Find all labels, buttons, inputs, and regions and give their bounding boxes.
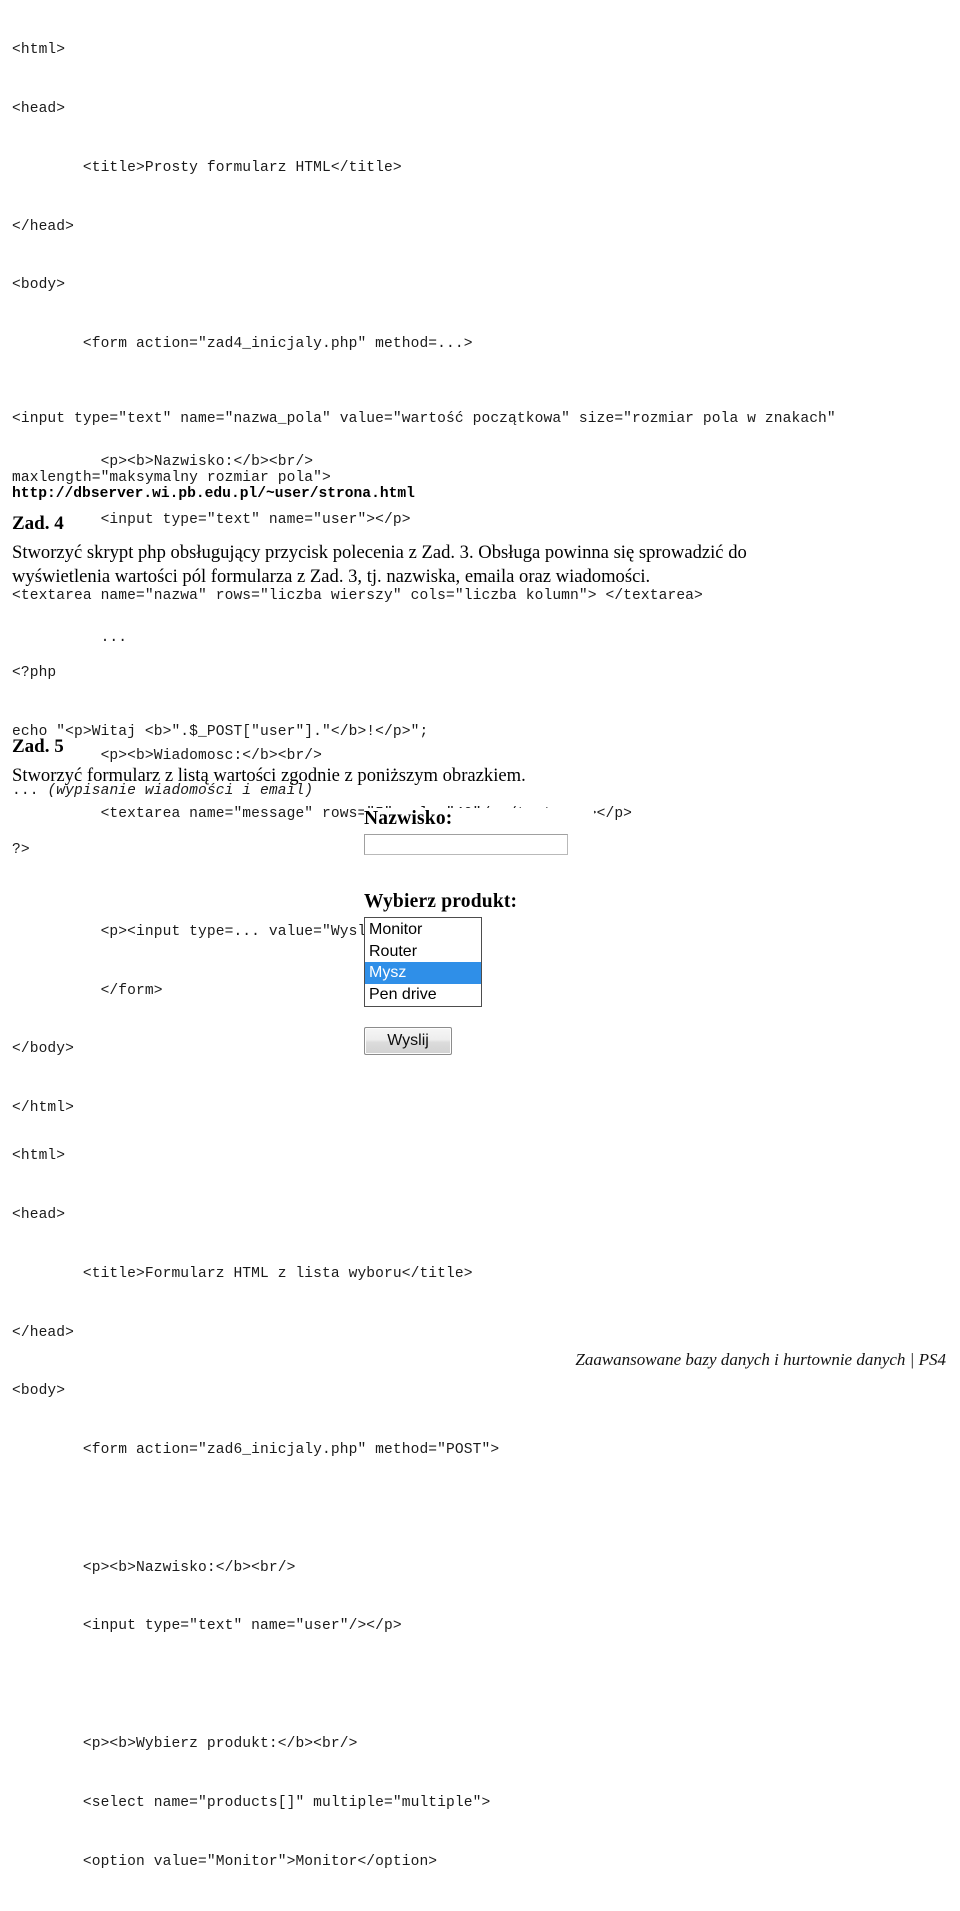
code-line: <input type="text" name="user"/></p> — [12, 1618, 402, 1635]
page-footer: Zaawansowane bazy danych i hurtownie dan… — [575, 1350, 946, 1369]
code-line: </head> — [12, 218, 75, 235]
submit-button[interactable]: Wyslij — [364, 1027, 452, 1055]
code-block-syntax-reference: <input type="text" name="nazwa_pola" val… — [12, 371, 836, 645]
nazwisko-input[interactable] — [364, 834, 568, 855]
code-line: echo "<p>Witaj <b>".$_POST["user"]."</b>… — [12, 723, 429, 740]
code-line: <form action="zad4_inicjaly.php" method=… — [12, 336, 473, 353]
code-line: <p><b>Nazwisko:</b><br/> — [12, 1559, 296, 1576]
code-line: <textarea name="nazwa" rows="liczba wier… — [12, 587, 703, 604]
list-item[interactable]: Monitor — [365, 919, 481, 941]
list-item-selected[interactable]: Mysz — [365, 962, 481, 984]
code-line: <form action="zad6_inicjaly.php" method=… — [12, 1442, 500, 1459]
code-line: <select name="products[]" multiple="mult… — [12, 1794, 491, 1811]
code-line: <title>Prosty formularz HTML</title> — [12, 159, 402, 176]
list-item[interactable]: Pen drive — [365, 984, 481, 1006]
task-heading-zad4: Zad. 4 — [12, 513, 64, 534]
code-line: <html> — [12, 1148, 66, 1165]
task-body-zad4: Stworzyć skrypt php obsługujący przycisk… — [12, 542, 747, 587]
code-line: <title>Formularz HTML z lista wyboru</ti… — [12, 1265, 473, 1282]
list-item[interactable]: Router — [365, 941, 481, 963]
code-line: </head> — [12, 1324, 75, 1341]
code-line: <option value="Monitor">Monitor</option> — [12, 1853, 438, 1870]
embedded-form-screenshot: Nazwisko: Wybierz produkt: Monitor Route… — [364, 808, 594, 1055]
code-block-select-form: <html> <head> <title>Formularz HTML z li… — [12, 1108, 499, 1911]
code-line: <body> — [12, 1383, 66, 1400]
nazwisko-label: Nazwisko: — [364, 808, 453, 829]
code-line: <body> — [12, 277, 66, 294]
code-line: <html> — [12, 42, 66, 59]
products-listbox[interactable]: Monitor Router Mysz Pen drive — [364, 917, 482, 1007]
produkt-label: Wybierz produkt: — [364, 891, 518, 912]
task-body-zad5: Stworzyć formularz z listą wartości zgod… — [12, 765, 526, 786]
example-url: http://dbserver.wi.pb.edu.pl/~user/stron… — [12, 486, 415, 502]
task-heading-zad5: Zad. 5 — [12, 736, 64, 757]
code-line: <input type="text" name="nazwa_pola" val… — [12, 411, 836, 428]
code-line: <?php — [12, 665, 57, 682]
code-line: <p><b>Wybierz produkt:</b><br/> — [12, 1736, 358, 1752]
code-line: <head> — [12, 1206, 66, 1223]
code-line: <head> — [12, 100, 66, 117]
document-page: <html> <head> <title>Prosty formularz HT… — [0, 0, 960, 1869]
